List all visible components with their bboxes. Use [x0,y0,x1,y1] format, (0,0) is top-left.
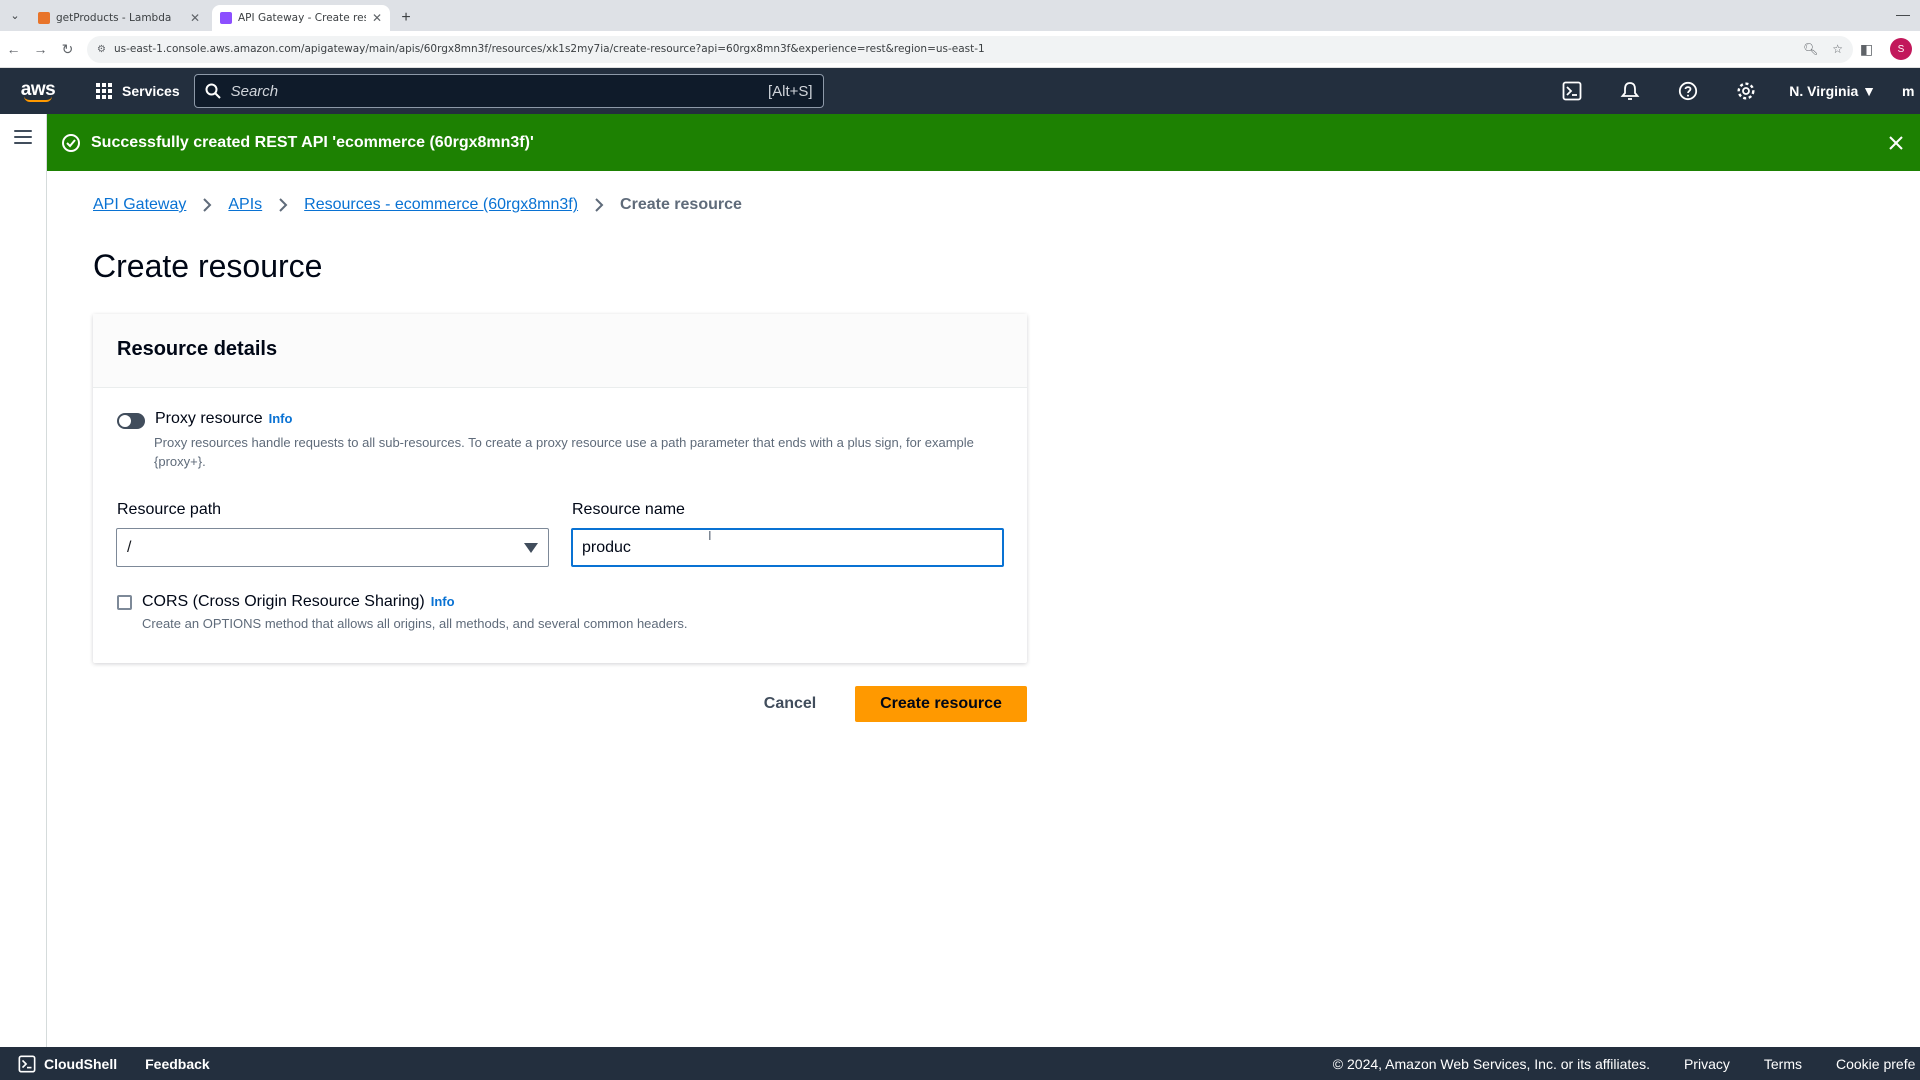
services-label: Services [122,83,180,99]
chevron-right-icon [203,198,212,212]
resource-name-input[interactable] [571,528,1004,567]
aws-smile-icon [24,96,52,102]
footer-terms-link[interactable]: Terms [1764,1056,1802,1072]
window-minimize-icon[interactable]: — [1896,6,1910,22]
breadcrumb-resources[interactable]: Resources - ecommerce (60rgx8mn3f) [304,196,578,214]
app-grid-icon [96,83,112,99]
cloudshell-icon [18,1055,36,1072]
resource-details-container: Resource details Proxy resource Info Prox… [93,314,1027,663]
region-selector[interactable]: N. Virginia ▼ [1775,83,1902,99]
aws-top-nav: aws Services Search [Alt+S] N. Virginia … [0,68,1920,114]
search-shortcut: [Alt+S] [768,82,813,100]
text-cursor-icon: I [708,528,712,543]
lambda-favicon-icon [38,12,50,24]
bookmark-star-icon[interactable]: ☆ [1832,42,1843,56]
tab-title: getProducts - Lambda [56,12,172,24]
services-menu-button[interactable]: Services [76,83,194,99]
tab-close-icon[interactable]: ✕ [372,11,382,25]
resource-name-label: Resource name [572,501,685,518]
search-placeholder: Search [230,82,279,100]
side-navigation-rail [0,114,47,1047]
api-gateway-favicon-icon [220,12,232,24]
settings-gear-icon[interactable] [1717,81,1775,101]
help-icon[interactable] [1659,81,1717,101]
container-header: Resource details [93,314,1027,388]
hamburger-menu-icon[interactable] [14,130,32,148]
console-footer: CloudShell Feedback © 2024, Amazon Web S… [0,1047,1920,1080]
footer-privacy-link[interactable]: Privacy [1684,1056,1730,1072]
browser-tab-bar: ⌄ getProducts - Lambda ✕ API Gateway - C… [0,0,1920,31]
tab-list-chevron-icon[interactable]: ⌄ [0,0,30,31]
close-icon[interactable] [1886,133,1906,153]
footer-cloudshell-button[interactable]: CloudShell [0,1055,117,1073]
browser-tab-api-gateway[interactable]: API Gateway - Create resource ✕ [212,5,390,31]
aws-logo-text: aws [20,78,56,100]
container-heading: Resource details [117,338,278,360]
proxy-resource-label-text: Proxy resource [155,410,263,427]
caret-down-icon [524,542,538,553]
cors-info-link[interactable]: Info [431,594,455,609]
footer-copyright: © 2024, Amazon Web Services, Inc. or its… [1332,1055,1650,1072]
cloudshell-icon[interactable] [1543,81,1601,101]
proxy-resource-description: Proxy resources handle requests to all s… [154,435,974,469]
footer-feedback-link[interactable]: Feedback [145,1056,210,1072]
flash-message: Successfully created REST API 'ecommerce… [91,133,534,151]
cancel-button[interactable]: Cancel [748,686,832,722]
site-info-icon[interactable]: ⚙ [97,44,106,55]
proxy-resource-toggle[interactable] [117,413,145,429]
footer-cookie-preferences-link[interactable]: Cookie prefe [1836,1056,1920,1072]
resource-path-label: Resource path [117,501,222,518]
cors-row: CORS (Cross Origin Resource Sharing) Info [117,593,455,611]
create-resource-button[interactable]: Create resource [855,686,1027,722]
profile-avatar[interactable]: S [1890,38,1912,60]
proxy-resource-row: Proxy resource Info [117,410,292,429]
footer-cloudshell-label: CloudShell [44,1055,118,1072]
cors-label-text: CORS (Cross Origin Resource Sharing) [142,593,425,610]
resource-path-select[interactable]: / [116,528,549,567]
search-input[interactable]: Search [Alt+S] [193,74,824,108]
cors-label: CORS (Cross Origin Resource Sharing) Info [142,593,455,611]
chevron-right-icon [595,198,604,212]
notifications-bell-icon[interactable] [1601,81,1659,101]
breadcrumb: API Gateway APIs Resources - ecommerce (… [93,196,742,214]
account-menu[interactable]: m [1902,83,1920,99]
cors-description: Create an OPTIONS method that allows all… [142,616,688,631]
resource-path-value: / [127,538,132,556]
new-tab-button[interactable]: + [394,5,418,31]
search-icon [205,83,221,99]
aws-logo[interactable]: aws [0,68,76,114]
proxy-info-link[interactable]: Info [269,411,293,426]
cors-checkbox[interactable] [117,594,132,610]
url-text: us-east-1.console.aws.amazon.com/apigate… [113,43,985,55]
back-arrow-icon[interactable]: ← [0,41,27,57]
page-title: Create resource [93,248,323,284]
reload-icon[interactable]: ↻ [54,41,81,58]
url-field[interactable]: ⚙ us-east-1.console.aws.amazon.com/apiga… [87,35,1853,63]
success-check-icon [62,133,80,152]
browser-tab-lambda[interactable]: getProducts - Lambda ✕ [30,5,208,31]
browser-address-bar: ← → ↻ ⚙ us-east-1.console.aws.amazon.com… [0,31,1920,68]
forward-arrow-icon[interactable]: → [27,41,54,57]
success-flash-banner: Successfully created REST API 'ecommerce… [47,114,1920,171]
proxy-resource-label: Proxy resource Info [155,410,292,429]
tab-close-icon[interactable]: ✕ [190,11,200,25]
zoom-icon[interactable]: 🔍︎ [1803,42,1818,56]
tab-title: API Gateway - Create resource [238,12,366,24]
breadcrumb-api-gateway[interactable]: API Gateway [93,196,186,214]
chevron-right-icon [279,198,288,212]
side-panel-icon[interactable]: ◧ [1853,41,1880,58]
breadcrumb-apis[interactable]: APIs [228,196,262,214]
breadcrumb-current: Create resource [620,196,742,213]
